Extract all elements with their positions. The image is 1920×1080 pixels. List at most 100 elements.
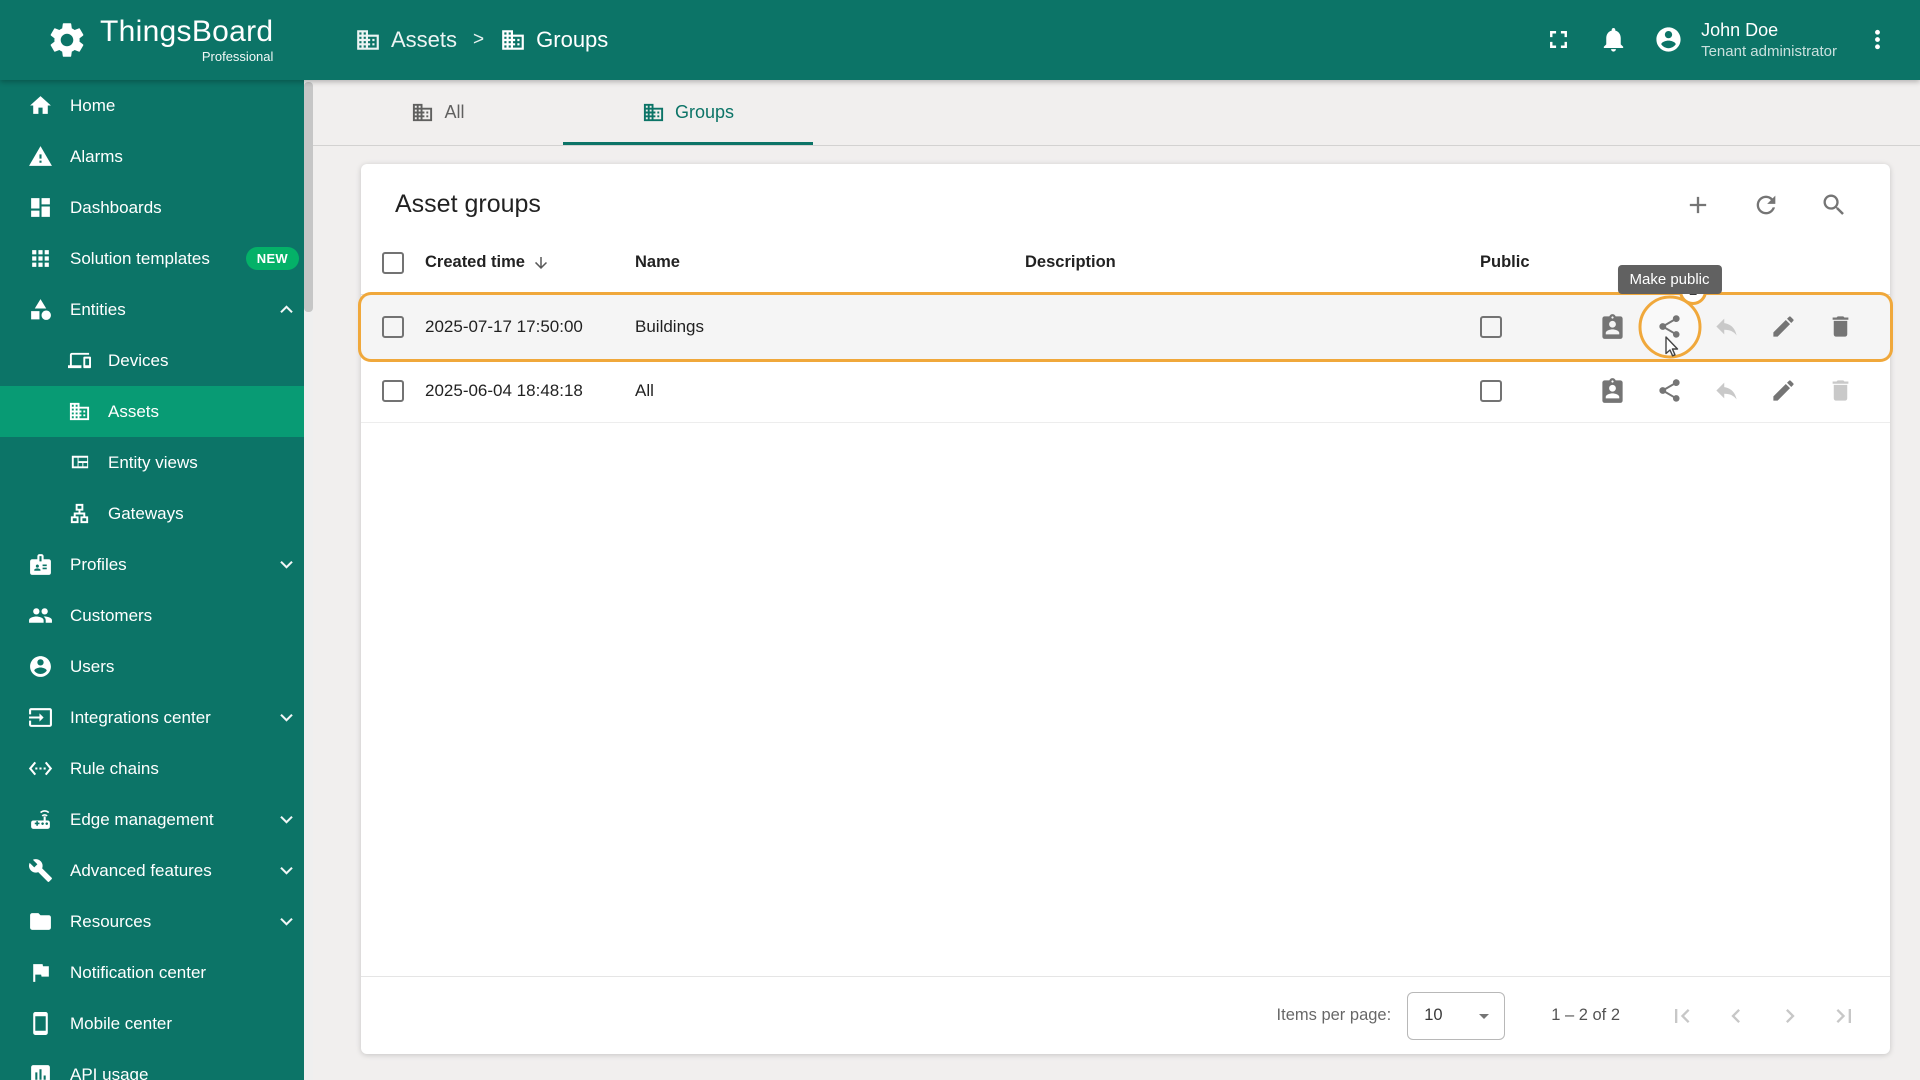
sidebar-item-label: Devices: [108, 350, 169, 370]
first-page-button[interactable]: [1668, 1002, 1696, 1030]
delete-button[interactable]: [1827, 377, 1854, 404]
scrollbar-thumb[interactable]: [304, 82, 313, 312]
app-logo[interactable]: ThingsBoard Professional: [0, 16, 313, 63]
row-select-checkbox[interactable]: [382, 315, 404, 338]
page-size-value: 10: [1424, 1006, 1443, 1024]
sidebar-item-label: API usage: [70, 1064, 149, 1080]
items-per-page-label: Items per page:: [1276, 1006, 1392, 1024]
group-tabs: All Groups: [313, 80, 1920, 146]
select-all-checkbox[interactable]: [382, 251, 404, 274]
make-private-button[interactable]: [1713, 377, 1740, 404]
badge-icon: [28, 552, 53, 577]
make-private-button[interactable]: [1713, 313, 1740, 340]
delete-button[interactable]: [1827, 313, 1854, 340]
chevron-down-icon: [274, 909, 299, 934]
logo-subtitle: Professional: [201, 48, 274, 64]
page-range-label: 1 – 2 of 2: [1551, 1006, 1620, 1024]
fullscreen-icon: [1544, 25, 1573, 54]
table-row-buildings[interactable]: 2025-07-17 17:50:00 Buildings Make publi…: [361, 265, 1890, 359]
main-content: All Groups Asset groups Created time Nam…: [313, 80, 1920, 1080]
category-icon: [28, 297, 53, 322]
more-menu-button[interactable]: [1863, 25, 1892, 54]
top-bar: ThingsBoard Professional Assets > Groups…: [0, 0, 1920, 80]
breadcrumb-item-assets[interactable]: Assets: [355, 27, 457, 53]
sidebar-item-solution-templates[interactable]: Solution templates NEW: [0, 233, 313, 284]
domain-icon: [355, 27, 381, 53]
edit-button[interactable]: [1770, 377, 1797, 404]
sidebar-item-label: Profiles: [70, 554, 127, 574]
sidebar-item-entity-views[interactable]: Entity views: [0, 437, 313, 488]
search-button[interactable]: [1820, 191, 1848, 219]
make-public-button[interactable]: [1656, 377, 1683, 404]
group-users-button[interactable]: [1599, 377, 1626, 404]
column-header-description[interactable]: Description: [1025, 253, 1480, 272]
sidebar-item-mobile-center[interactable]: Mobile center: [0, 998, 313, 1049]
sidebar-item-gateways[interactable]: Gateways: [0, 488, 313, 539]
chevron-up-icon: [274, 297, 299, 322]
sidebar-item-label: Notification center: [70, 962, 207, 982]
next-page-button[interactable]: [1776, 1002, 1804, 1030]
input-icon: [28, 705, 53, 730]
sidebar-item-dashboards[interactable]: Dashboards: [0, 182, 313, 233]
page-size-select[interactable]: 10: [1407, 991, 1506, 1040]
sidebar-item-assets[interactable]: Assets: [0, 386, 313, 437]
refresh-button[interactable]: [1752, 191, 1780, 219]
sidebar-item-rule-chains[interactable]: Rule chains: [0, 743, 313, 794]
trash-icon: [1827, 313, 1854, 340]
tab-all[interactable]: All: [313, 80, 563, 145]
sidebar-item-home[interactable]: Home: [0, 80, 313, 131]
domain-icon: [642, 101, 665, 124]
cell-name: Buildings: [635, 316, 704, 336]
sidebar-item-resources[interactable]: Resources: [0, 896, 313, 947]
last-page-button[interactable]: [1830, 1002, 1858, 1030]
group-users-button[interactable]: [1599, 313, 1626, 340]
apps-icon: [28, 246, 53, 271]
column-header-created-time[interactable]: Created time: [425, 253, 635, 272]
add-group-button[interactable]: [1684, 191, 1712, 219]
breadcrumb-item-groups[interactable]: Groups: [500, 27, 608, 53]
sidebar: Home Alarms Dashboards Solution template…: [0, 80, 313, 1080]
table-row-all[interactable]: 2025-06-04 18:48:18 All: [361, 359, 1890, 423]
sidebar-item-label: Home: [70, 95, 116, 115]
sidebar-item-label: Edge management: [70, 809, 214, 829]
header-actions: John Doe Tenant administrator: [1544, 19, 1920, 62]
sidebar-scrollbar[interactable]: [304, 80, 313, 1080]
dashboard-icon: [28, 195, 53, 220]
row-select-checkbox[interactable]: [382, 379, 404, 402]
column-header-public[interactable]: Public: [1480, 253, 1590, 272]
router-icon: [28, 807, 53, 832]
card-actions: [1684, 191, 1848, 219]
sidebar-item-notification-center[interactable]: Notification center: [0, 947, 313, 998]
sidebar-item-customers[interactable]: Customers: [0, 590, 313, 641]
fullscreen-button[interactable]: [1544, 25, 1573, 54]
flag-icon: [28, 960, 53, 985]
sidebar-item-alarms[interactable]: Alarms: [0, 131, 313, 182]
sidebar-item-devices[interactable]: Devices: [0, 335, 313, 386]
previous-page-button[interactable]: [1722, 1002, 1750, 1030]
sidebar-item-edge-management[interactable]: Edge management: [0, 794, 313, 845]
sidebar-item-integrations-center[interactable]: Integrations center: [0, 692, 313, 743]
edit-button[interactable]: [1770, 313, 1797, 340]
sidebar-item-api-usage[interactable]: API usage: [0, 1049, 313, 1080]
public-checkbox[interactable]: [1480, 315, 1502, 338]
public-checkbox[interactable]: [1480, 379, 1502, 402]
user-avatar[interactable]: [1654, 25, 1683, 54]
assignment-ind-icon: [1599, 377, 1626, 404]
column-header-name[interactable]: Name: [635, 253, 1025, 272]
cell-created-time: 2025-07-17 17:50:00: [425, 316, 583, 336]
cell-created-time: 2025-06-04 18:48:18: [425, 380, 583, 400]
edit-pencil-icon: [1770, 313, 1797, 340]
sidebar-item-entities[interactable]: Entities: [0, 284, 313, 335]
tab-groups[interactable]: Groups: [563, 80, 813, 145]
asset-groups-card: Asset groups Created time Name Descripti…: [361, 164, 1890, 1054]
new-badge: NEW: [245, 247, 299, 270]
tab-label: All: [444, 102, 465, 122]
notifications-button[interactable]: [1599, 25, 1628, 54]
sidebar-item-label: Rule chains: [70, 758, 159, 778]
sidebar-item-profiles[interactable]: Profiles: [0, 539, 313, 590]
sidebar-item-advanced-features[interactable]: Advanced features: [0, 845, 313, 896]
chart-icon: [28, 1062, 53, 1080]
card-header: Asset groups: [361, 164, 1890, 231]
sidebar-item-users[interactable]: Users: [0, 641, 313, 692]
cell-name: All: [635, 380, 654, 400]
